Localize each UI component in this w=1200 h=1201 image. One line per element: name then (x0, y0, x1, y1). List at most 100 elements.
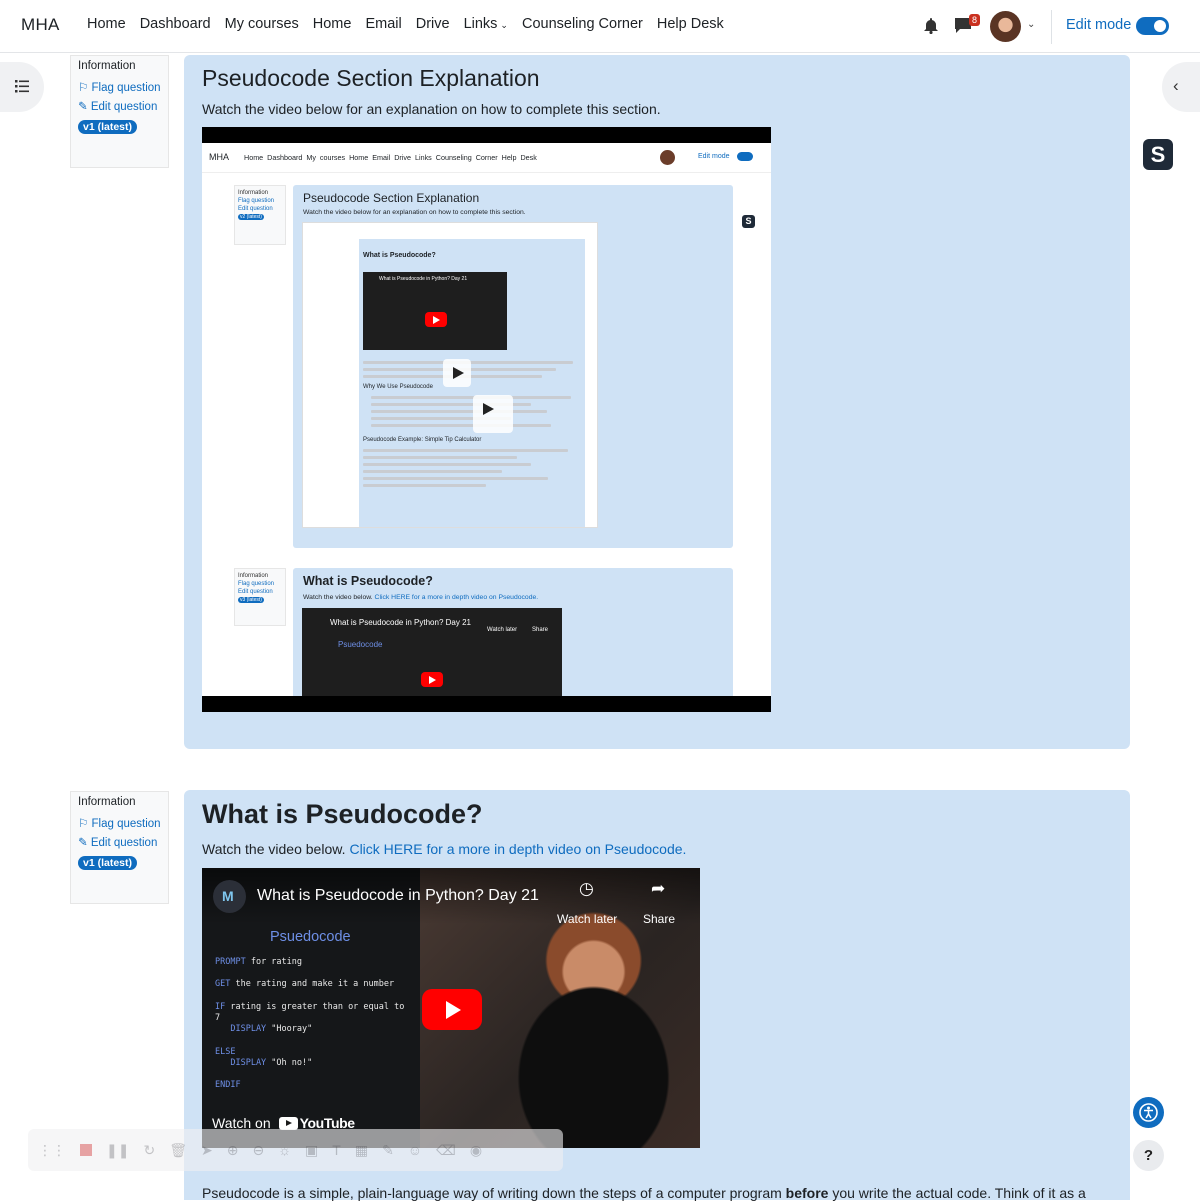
question-info-panel-2: Information ⚐ Flag question ✎ Edit quest… (70, 791, 169, 904)
chevron-left-icon: ‹ (1173, 76, 1179, 95)
question-instructions-2: Watch the video below. Click HERE for a m… (202, 841, 686, 857)
watch-later-button[interactable]: Watch later (557, 912, 617, 926)
recording-card-2-link: Click HERE for a more in depth video on … (374, 594, 539, 601)
code-line-6: DISPLAY "Oh no!" (215, 1058, 312, 1069)
nav-link-home-2[interactable]: Home (313, 16, 352, 32)
flag-question-link[interactable]: ⚐ Flag question (78, 80, 161, 97)
nav-link-my-courses[interactable]: My courses (225, 16, 299, 32)
emoji-icon[interactable]: ☺ (408, 1142, 422, 1158)
question-title: Pseudocode Section Explanation (202, 65, 540, 91)
accessibility-icon (1139, 1103, 1158, 1122)
code-rest-2: the rating and make it a number (230, 979, 395, 989)
nav-link-home[interactable]: Home (87, 16, 126, 32)
message-count-badge: 8 (969, 14, 981, 26)
nav-link-links-label: Links (463, 16, 498, 32)
version-badge-2: v1 (latest) (78, 856, 138, 870)
nested-recording: What is Pseudocode? What is Pseudocode i… (302, 222, 598, 528)
nav-link-drive[interactable]: Drive (416, 16, 450, 32)
course-index-drawer-button[interactable] (0, 62, 44, 112)
code-slide-title: Psuedocode (270, 929, 351, 945)
recording-video-title: What is Pseudocode in Python? Day 21 (330, 618, 471, 627)
drag-handle-icon[interactable]: ⋮⋮ (38, 1142, 66, 1159)
accessibility-button[interactable] (1133, 1097, 1164, 1128)
zoom-out-icon[interactable]: ⊖ (252, 1142, 264, 1159)
nested-play-large-icon (473, 395, 513, 433)
recording-info-panel-2: Information Flag question Edit question … (234, 568, 286, 626)
clock-icon[interactable]: ◷ (579, 879, 594, 899)
text-icon[interactable]: T (332, 1142, 341, 1158)
flag-question-link-2[interactable]: ⚐ Flag question (78, 816, 161, 833)
code-line-4: DISPLAY "Hooray" (215, 1024, 312, 1035)
share-icon[interactable]: ➦ (651, 879, 665, 899)
intro-text-after: you write the actual code. Think of it a… (828, 1185, 1086, 1201)
recording-share: Share (532, 627, 549, 633)
code-kw-2: GET (215, 979, 231, 989)
nested-bullet-lines (371, 396, 571, 431)
edit-question-label: Edit question (90, 101, 158, 113)
nested-youtube-play-icon (425, 312, 447, 327)
nav-link-dashboard[interactable]: Dashboard (140, 16, 211, 32)
screen-recording-video[interactable]: MHA Home Dashboard My courses Home Email… (202, 127, 771, 712)
recording-toolbar: ⋮⋮ ❚❚ ↻ 🗑 ➤ ⊕ ⊖ ☼ ▣ T ▦ ✎ ☺ ⌫ ◉ (28, 1129, 563, 1171)
video-title[interactable]: What is Pseudocode in Python? Day 21 (257, 887, 539, 905)
spotlight-icon[interactable]: ☼ (278, 1142, 291, 1158)
block-drawer-button[interactable]: ‹ (1162, 62, 1200, 112)
stop-recording-icon[interactable] (80, 1144, 92, 1156)
code-kw-6: DISPLAY (215, 1058, 267, 1068)
restart-icon[interactable]: ↻ (143, 1142, 155, 1159)
pause-icon[interactable]: ❚❚ (106, 1142, 129, 1159)
nav-link-help-desk[interactable]: Help Desk (657, 16, 724, 32)
flag-icon: ⚐ (78, 82, 89, 94)
camera-icon[interactable]: ◉ (470, 1142, 482, 1159)
channel-avatar[interactable] (213, 880, 246, 913)
trash-icon[interactable]: 🗑 (169, 1142, 187, 1159)
question-info-panel-1: Information ⚐ Flag question ✎ Edit quest… (70, 55, 169, 168)
recording-brand: MHA (209, 152, 229, 162)
nested-video-title: What is Pseudocode in Python? Day 21 (379, 276, 468, 282)
recording-edit-mode: Edit mode (698, 153, 730, 160)
recording-edit: Edit question (238, 206, 273, 212)
user-avatar[interactable] (990, 11, 1021, 42)
nav-link-links[interactable]: Links ⌄ (464, 16, 508, 32)
crop-icon[interactable]: ▣ (305, 1142, 318, 1159)
recording-navbar: MHA Home Dashboard My courses Home Email… (202, 143, 771, 173)
youtube-play-button[interactable] (422, 989, 482, 1030)
edit-mode-toggle[interactable] (1136, 17, 1169, 35)
share-button[interactable]: Share (643, 912, 675, 926)
pseudocode-more-link[interactable]: Click HERE for a more in depth video on … (349, 841, 686, 857)
recording-avatar (660, 150, 675, 165)
eraser-icon[interactable]: ⌫ (436, 1142, 456, 1159)
user-menu-chevron-icon[interactable]: ⌄ (1027, 19, 1035, 30)
nested-card: What is Pseudocode? What is Pseudocode i… (359, 239, 585, 527)
recording-flag-2: Flag question (238, 581, 275, 587)
recording-card-2-sub-text: Watch the video below. (303, 594, 373, 601)
cursor-icon[interactable]: ➤ (201, 1142, 213, 1159)
notification-bell-icon[interactable] (923, 17, 939, 34)
code-kw-4: DISPLAY (215, 1024, 267, 1034)
help-button[interactable]: ? (1133, 1140, 1164, 1171)
code-kw-7: ENDIF (215, 1080, 241, 1090)
s-app-icon[interactable]: S (1143, 139, 1173, 170)
code-line-3: IF rating is greater than or equal to 7 (215, 1002, 404, 1024)
site-brand[interactable]: MHA (21, 15, 60, 35)
code-line-2: GET the rating and make it a number (215, 979, 394, 990)
nested-heading-1: Why We Use Pseudocode (363, 384, 433, 390)
youtube-embed[interactable]: What is Pseudocode in Python? Day 21 ◷ W… (202, 868, 700, 1148)
nested-play-icon (443, 359, 471, 387)
zoom-in-icon[interactable]: ⊕ (227, 1142, 239, 1159)
recording-frame: MHA Home Dashboard My courses Home Email… (202, 143, 771, 696)
recording-card-1-title: Pseudocode Section Explanation (303, 191, 480, 205)
grid-icon[interactable]: ▦ (355, 1142, 368, 1159)
pseudocode-intro-paragraph: Pseudocode is a simple, plain-language w… (202, 1185, 1086, 1201)
recording-info-title: Information (238, 190, 269, 196)
navbar-divider (1051, 10, 1052, 44)
nav-link-counseling-corner[interactable]: Counseling Corner (522, 16, 643, 32)
nav-link-email[interactable]: Email (365, 16, 401, 32)
pen-icon[interactable]: ✎ (382, 1142, 394, 1159)
edit-question-link-2[interactable]: ✎ Edit question (78, 835, 161, 852)
code-line-7: ENDIF (215, 1080, 241, 1091)
code-rest-3: rating is greater than or equal to 7 (215, 1002, 405, 1023)
edit-question-link[interactable]: ✎ Edit question (78, 99, 161, 116)
recording-version: v2 (latest) (238, 214, 264, 220)
recording-youtube-play-icon (421, 672, 443, 687)
